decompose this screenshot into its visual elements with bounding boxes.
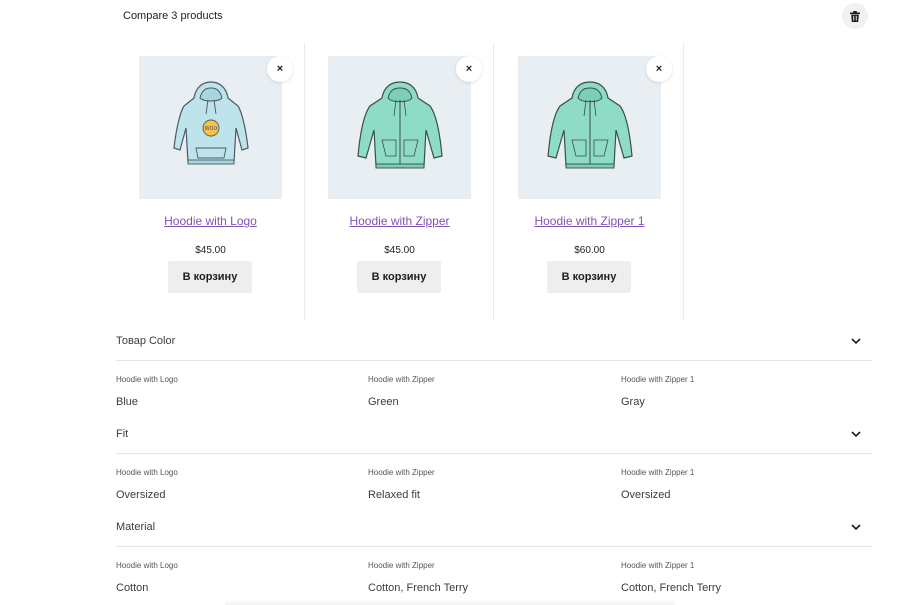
scroll-shadow [225, 600, 675, 605]
remove-product-button[interactable]: × [646, 56, 672, 82]
cell-product-label: Hoodie with Logo [116, 561, 178, 570]
product-image[interactable] [518, 56, 661, 199]
product-columns: WOO × Hoodie with Logo $45.00 В корзину … [116, 43, 684, 321]
add-to-cart-button[interactable]: В корзину [547, 261, 631, 293]
cell-value: Gray [621, 396, 645, 408]
attribute-values-row: Hoodie with Logo Cotton Hoodie with Zipp… [116, 547, 872, 599]
attribute-values-row: Hoodie with Logo Oversized Hoodie with Z… [116, 454, 872, 506]
attribute-section-color: Товар Color Hoodie with Logo Blue Hoodie… [116, 321, 872, 413]
attribute-section-material: Material Hoodie with Logo Cotton Hoodie … [116, 507, 872, 599]
attribute-title: Товар Color [116, 335, 176, 347]
product-card: WOO × Hoodie with Logo $45.00 В корзину [116, 43, 305, 321]
clear-all-button[interactable] [842, 3, 868, 29]
chevron-down-icon [851, 524, 861, 531]
product-name-link[interactable]: Hoodie with Zipper [305, 213, 494, 229]
add-to-cart-button[interactable]: В корзину [357, 261, 441, 293]
cell-product-label: Hoodie with Zipper 1 [621, 561, 695, 570]
cell-product-label: Hoodie with Logo [116, 468, 178, 477]
hoodie-with-logo-image: WOO [172, 80, 249, 164]
attribute-title: Fit [116, 428, 129, 440]
cell-value: Green [368, 396, 399, 408]
cell-product-label: Hoodie with Logo [116, 375, 178, 384]
product-card: × Hoodie with Zipper 1 $60.00 В корзину [495, 43, 684, 321]
cell-product-label: Hoodie with Zipper [368, 375, 435, 384]
product-image[interactable] [328, 56, 471, 199]
chevron-down-icon [851, 338, 861, 345]
product-name-link[interactable]: Hoodie with Zipper 1 [495, 213, 684, 229]
compare-header: Compare 3 products [0, 0, 900, 32]
cell-product-label: Hoodie with Zipper [368, 561, 435, 570]
product-price: $60.00 [574, 245, 605, 256]
product-card: × Hoodie with Zipper $45.00 В корзину [305, 43, 494, 321]
hoodie-with-zipper-image [546, 80, 633, 168]
cell-value: Cotton, French Terry [621, 582, 722, 594]
cell-value: Relaxed fit [368, 489, 420, 501]
attribute-toggle-color[interactable]: Товар Color [116, 321, 872, 361]
attribute-title: Material [116, 521, 156, 533]
cell-product-label: Hoodie with Zipper 1 [621, 468, 695, 477]
cell-product-label: Hoodie with Zipper [368, 468, 435, 477]
add-to-cart-button[interactable]: В корзину [168, 261, 252, 293]
cell-product-label: Hoodie with Zipper 1 [621, 375, 695, 384]
svg-text:WOO: WOO [204, 126, 217, 132]
product-image[interactable]: WOO [139, 56, 282, 199]
hoodie-with-zipper-image [356, 80, 443, 168]
compare-title: Compare 3 products [123, 10, 223, 22]
product-price: $45.00 [195, 245, 226, 256]
remove-product-button[interactable]: × [456, 56, 482, 82]
attribute-section-fit: Fit Hoodie with Logo Oversized Hoodie wi… [116, 414, 872, 506]
attribute-toggle-fit[interactable]: Fit [116, 414, 872, 454]
cell-value: Cotton, French Terry [368, 582, 469, 594]
remove-product-button[interactable]: × [267, 56, 293, 82]
chevron-down-icon [851, 431, 861, 438]
attribute-values-row: Hoodie with Logo Blue Hoodie with Zipper… [116, 361, 872, 413]
cell-value: Oversized [116, 489, 166, 501]
cell-value: Blue [116, 396, 139, 408]
product-name-link[interactable]: Hoodie with Logo [116, 213, 305, 229]
cell-value: Cotton [116, 582, 149, 594]
cell-value: Oversized [621, 489, 671, 501]
trash-icon [850, 10, 860, 22]
product-price: $45.00 [384, 245, 415, 256]
attribute-toggle-material[interactable]: Material [116, 507, 872, 547]
